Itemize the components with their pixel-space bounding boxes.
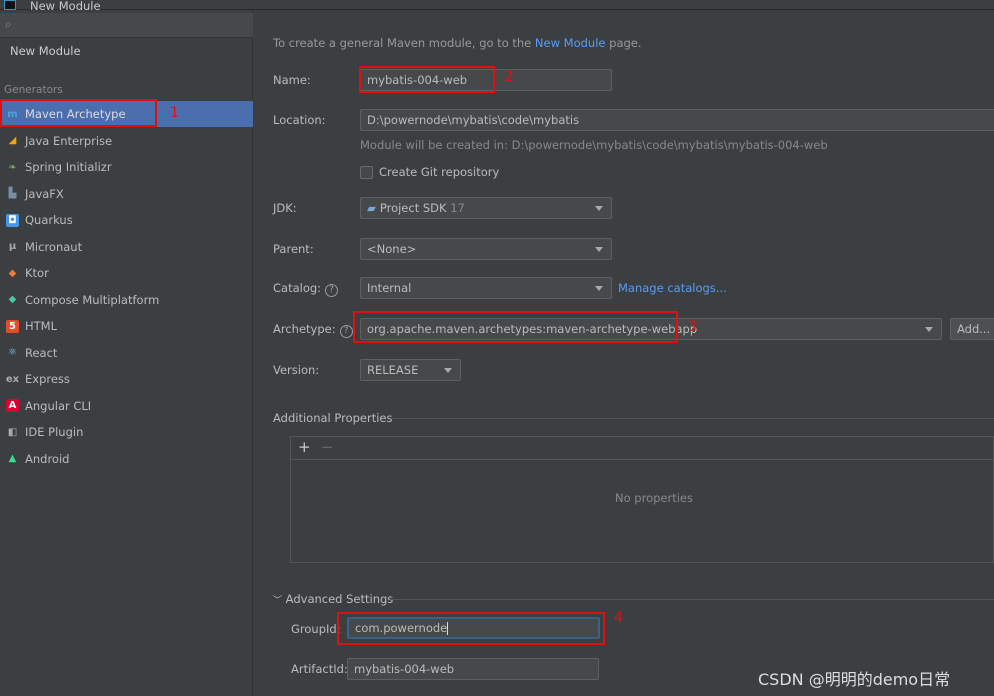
advanced-settings-toggle[interactable]: ﹀ Advanced Settings [273,592,393,606]
add-property-button[interactable]: + [298,438,311,456]
sidebar-item-java-enterprise[interactable]: ◢ Java Enterprise [0,128,253,154]
version-select[interactable]: RELEASE [360,359,461,381]
plugin-icon: ◧ [7,426,18,438]
sidebar-item-compose-multiplatform[interactable]: ◆ Compose Multiplatform [0,287,253,313]
watermark: CSDN @明明的demo日常 [758,670,951,689]
title-bar: New Module [0,0,994,13]
ktor-icon: ◆ [8,267,17,279]
react-icon: ⚛ [8,347,17,358]
annotation-1: 1 [170,105,179,121]
express-icon: ex [5,373,20,385]
sidebar-item-quarkus[interactable]: ◘ Quarkus [0,207,253,233]
properties-table: + − No properties [290,436,994,563]
sidebar-item-label: Express [25,372,70,386]
sidebar-item-label: Quarkus [25,213,73,227]
sidebar-item-express[interactable]: ex Express [0,366,253,392]
divider [390,599,994,600]
sidebar-item-android[interactable]: ▲ Android [0,446,253,472]
checkbox-box[interactable] [360,165,373,179]
search-input[interactable]: ⌕ [0,13,253,38]
android-icon: ▲ [8,453,17,464]
app-icon [4,0,16,10]
add-archetype-button[interactable]: Add... [950,318,994,340]
remove-property-button[interactable]: − [321,438,334,456]
annotation-box-4 [337,612,605,645]
jdk-select[interactable]: ▰ Project SDK 17 [360,197,612,219]
html-icon: 5 [6,319,19,333]
catalog-label: Catalog:? [273,281,339,297]
sidebar-item-micronaut[interactable]: μ Micronaut [0,234,253,260]
parent-label: Parent: [273,242,314,256]
annotation-box-2 [359,66,495,93]
module-path-hint: Module will be created in: D:\powernode\… [360,138,828,152]
archetype-label: Archetype:? [273,322,353,338]
sidebar-item-label: Spring Initializr [25,160,112,174]
sidebar-item-angular-cli[interactable]: A Angular CLI [0,393,253,419]
jdk-label: JDK: [273,201,297,215]
sidebar-item-label: React [25,345,58,360]
divider [392,418,994,419]
additional-properties-heading: Additional Properties [273,411,393,425]
sidebar-item-label: Java Enterprise [25,133,113,148]
annotation-box-3 [353,311,678,343]
angular-icon: A [6,399,19,412]
sidebar-item-javafx[interactable]: ▙ JavaFX [0,181,253,207]
sidebar-item-label: Ktor [25,266,49,280]
artifactid-input[interactable]: mybatis-004-web [347,658,599,680]
sidebar-item-label: Angular CLI [25,398,92,413]
micronaut-icon: μ [8,241,17,252]
folder-icon: ▰ [367,201,376,215]
annotation-4: 4 [614,610,623,626]
groupid-label: GroupId: [291,622,341,636]
annotation-box-1 [0,99,157,127]
parent-select[interactable]: <None> [360,238,612,260]
quarkus-icon: ◘ [6,213,19,227]
annotation-3: 3 [688,319,697,335]
sidebar-item-label: IDE Plugin [25,425,84,439]
sidebar-item-ktor[interactable]: ◆ Ktor [0,260,253,286]
search-icon: ⌕ [5,17,12,31]
sidebar-item-label: Android [25,451,70,466]
sidebar-item-react[interactable]: ⚛ React [0,340,253,366]
name-label: Name: [273,73,311,87]
sidebar-item-label: Micronaut [25,239,83,254]
javafx-icon: ▙ [8,188,17,199]
java-enterprise-icon: ◢ [8,135,17,146]
location-input[interactable]: D:\powernode\mybatis\code\mybatis [360,109,994,131]
annotation-2: 2 [504,69,513,85]
git-label: Create Git repository [379,165,500,179]
help-icon[interactable]: ? [325,284,339,297]
catalog-select[interactable]: Internal [360,277,612,299]
spring-icon: ❧ [8,161,17,173]
artifactid-label: ArtifactId: [291,662,348,676]
sidebar-item-label: JavaFX [25,186,64,201]
location-label: Location: [273,113,326,127]
sidebar-item-ide-plugin[interactable]: ◧ IDE Plugin [0,419,253,445]
manage-catalogs-link[interactable]: Manage catalogs... [618,281,727,295]
sidebar-item-spring-initializr[interactable]: ❧ Spring Initializr [0,154,253,180]
new-module-link[interactable]: New Module [535,36,606,50]
sidebar-item-label: Compose Multiplatform [25,292,160,307]
git-checkbox[interactable]: Create Git repository [360,165,499,179]
sidebar-item-html[interactable]: 5 HTML [0,313,253,339]
empty-text: No properties [615,491,693,505]
sidebar-item-label: HTML [25,319,58,333]
section-generators: Generators [4,84,63,96]
version-label: Version: [273,363,320,377]
compose-icon: ◆ [8,294,17,305]
sidebar-item-new-module[interactable]: New Module [10,44,81,58]
info-text: To create a general Maven module, go to … [273,36,642,50]
chevron-down-icon: ﹀ [273,596,283,606]
window-title: New Module [30,0,101,13]
help-icon[interactable]: ? [339,325,353,338]
